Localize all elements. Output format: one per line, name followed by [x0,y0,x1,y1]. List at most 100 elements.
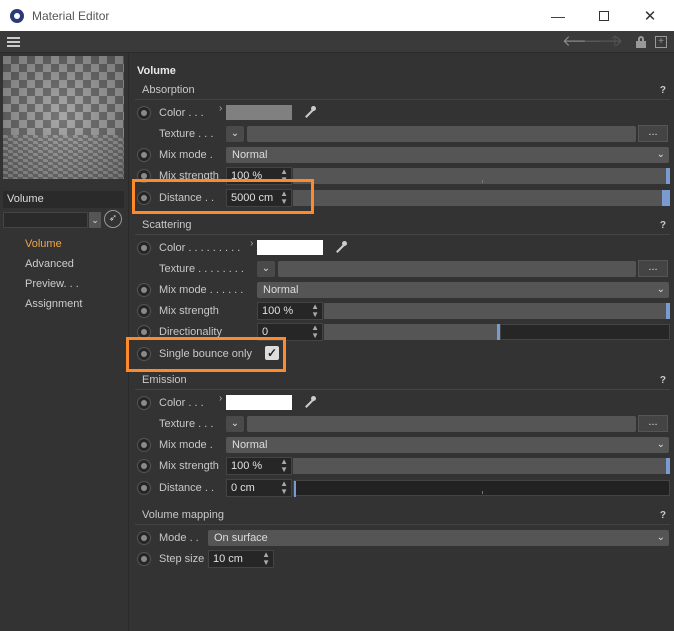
pick-cursor-icon[interactable]: ➶ [104,210,122,228]
material-dropdown-field[interactable] [3,212,88,228]
help-icon[interactable]: ? [660,220,666,231]
mix-strength-slider[interactable] [293,458,670,474]
eyedropper-icon[interactable] [333,240,349,256]
mix-strength-slider[interactable] [293,168,670,184]
mix-mode-select[interactable]: Normal ⌄ [226,147,669,163]
animation-radio-icon[interactable] [137,347,151,361]
distance-input[interactable]: 5000 cm ▲ ▼ [226,189,292,207]
animation-radio-icon[interactable] [137,169,151,183]
distance-slider[interactable] [293,480,670,497]
texture-browse-button[interactable]: ... [638,260,668,277]
color-swatch[interactable] [226,105,292,120]
color-swatch[interactable] [226,395,292,410]
material-preview[interactable] [3,56,124,179]
expand-arrow-icon[interactable]: › [219,103,222,114]
up-arrow-icon[interactable]: 🡑 [611,33,619,51]
help-icon[interactable]: ? [660,510,666,521]
group-volume-mapping[interactable]: Volume mapping ? [135,507,670,525]
nav-item-preview[interactable]: Preview. . . [25,274,82,294]
mix-strength-slider[interactable] [324,303,670,319]
spinner-icon[interactable]: ▲ ▼ [280,168,288,184]
lock-icon[interactable] [636,36,646,48]
chevron-down-icon: ⌄ [656,532,665,543]
help-icon[interactable]: ? [660,85,666,96]
directionality-input[interactable]: 0 ▲ ▼ [257,323,323,341]
distance-input[interactable]: 0 cm ▲ ▼ [226,479,292,497]
mapping-mode-row: Mode . . On surface ⌄ [135,529,670,548]
animation-radio-icon[interactable] [137,531,151,545]
field-label: Directionality [159,326,222,338]
texture-field[interactable] [278,261,636,277]
mix-strength-input[interactable]: 100 % ▲ ▼ [226,457,292,475]
animation-radio-icon[interactable] [137,552,151,566]
spinner-icon[interactable]: ▲ ▼ [262,551,270,567]
texture-dropdown[interactable]: ⌄ [226,416,244,432]
mix-strength-input[interactable]: 100 % ▲ ▼ [226,167,292,185]
emission-color-row: Color . . . › [135,393,670,413]
expand-arrow-icon[interactable]: › [250,238,253,249]
animation-radio-icon[interactable] [137,325,151,339]
scattering-texture-row: Texture . . . . . . . . ⌄ ... [135,260,670,279]
new-window-icon[interactable]: + [655,36,667,48]
group-emission[interactable]: Emission ? [135,372,670,390]
single-bounce-checkbox[interactable]: ✓ [265,346,279,360]
texture-browse-button[interactable]: ... [638,125,668,142]
slider-knob[interactable] [666,168,670,184]
directionality-slider[interactable] [324,324,670,340]
field-label: Color . . . . . . . . . [159,242,241,254]
animation-radio-icon[interactable] [137,241,151,255]
group-scattering[interactable]: Scattering ? [135,217,670,235]
animation-radio-icon[interactable] [137,191,151,205]
texture-field[interactable] [247,416,636,432]
spinner-icon[interactable]: ▲ ▼ [280,480,288,496]
spinner-icon[interactable]: ▲ ▼ [280,458,288,474]
help-icon[interactable]: ? [660,375,666,386]
eyedropper-icon[interactable] [302,105,318,121]
slider-knob[interactable] [662,190,670,206]
slider-knob[interactable] [666,458,670,474]
field-label: Texture . . . . . . . . [159,263,244,275]
distance-slider[interactable] [293,190,670,206]
scattering-directionality-row: Directionality 0 ▲ ▼ [135,323,670,342]
close-button[interactable]: ✕ [627,0,673,31]
nav-item-volume[interactable]: Volume [25,234,82,254]
animation-radio-icon[interactable] [137,304,151,318]
slider-knob[interactable] [294,481,296,497]
field-label: Single bounce only [159,348,252,360]
mix-mode-select[interactable]: Normal ⌄ [226,437,669,453]
animation-radio-icon[interactable] [137,396,151,410]
material-name[interactable]: Volume [3,191,124,208]
texture-browse-button[interactable]: ... [638,415,668,432]
mapping-mode-select[interactable]: On surface ⌄ [208,530,669,546]
spinner-icon[interactable]: ▲ ▼ [311,303,319,319]
left-panel: Volume ⌄ ➶ Volume Advanced Preview. . . … [0,53,129,631]
nav-item-assignment[interactable]: Assignment [25,294,82,314]
texture-field[interactable] [247,126,636,142]
texture-dropdown[interactable]: ⌄ [226,126,244,142]
attributes-panel: Volume Absorption ? Color . . . › Textur… [130,53,674,631]
animation-radio-icon[interactable] [137,106,151,120]
step-size-input[interactable]: 10 cm ▲ ▼ [208,550,274,568]
color-swatch[interactable] [257,240,323,255]
expand-arrow-icon[interactable]: › [219,393,222,404]
spinner-icon[interactable]: ▲ ▼ [280,190,288,206]
animation-radio-icon[interactable] [137,283,151,297]
mix-strength-input[interactable]: 100 % ▲ ▼ [257,302,323,320]
animation-radio-icon[interactable] [137,459,151,473]
group-absorption[interactable]: Absorption ? [135,82,670,100]
animation-radio-icon[interactable] [137,148,151,162]
spinner-icon[interactable]: ▲ ▼ [311,324,319,340]
mapping-stepsize-row: Step size 10 cm ▲ ▼ [135,550,670,569]
eyedropper-icon[interactable] [302,395,318,411]
nav-item-advanced[interactable]: Advanced [25,254,82,274]
minimize-button[interactable]: — [535,0,581,31]
menu-icon[interactable] [7,37,20,47]
animation-radio-icon[interactable] [137,481,151,495]
texture-dropdown[interactable]: ⌄ [257,261,275,277]
maximize-button[interactable] [581,0,627,31]
window-title: Material Editor [32,8,110,23]
mix-mode-select[interactable]: Normal ⌄ [257,282,669,298]
chevron-down-icon[interactable]: ⌄ [89,212,101,228]
animation-radio-icon[interactable] [137,438,151,452]
slider-knob[interactable] [666,303,670,319]
